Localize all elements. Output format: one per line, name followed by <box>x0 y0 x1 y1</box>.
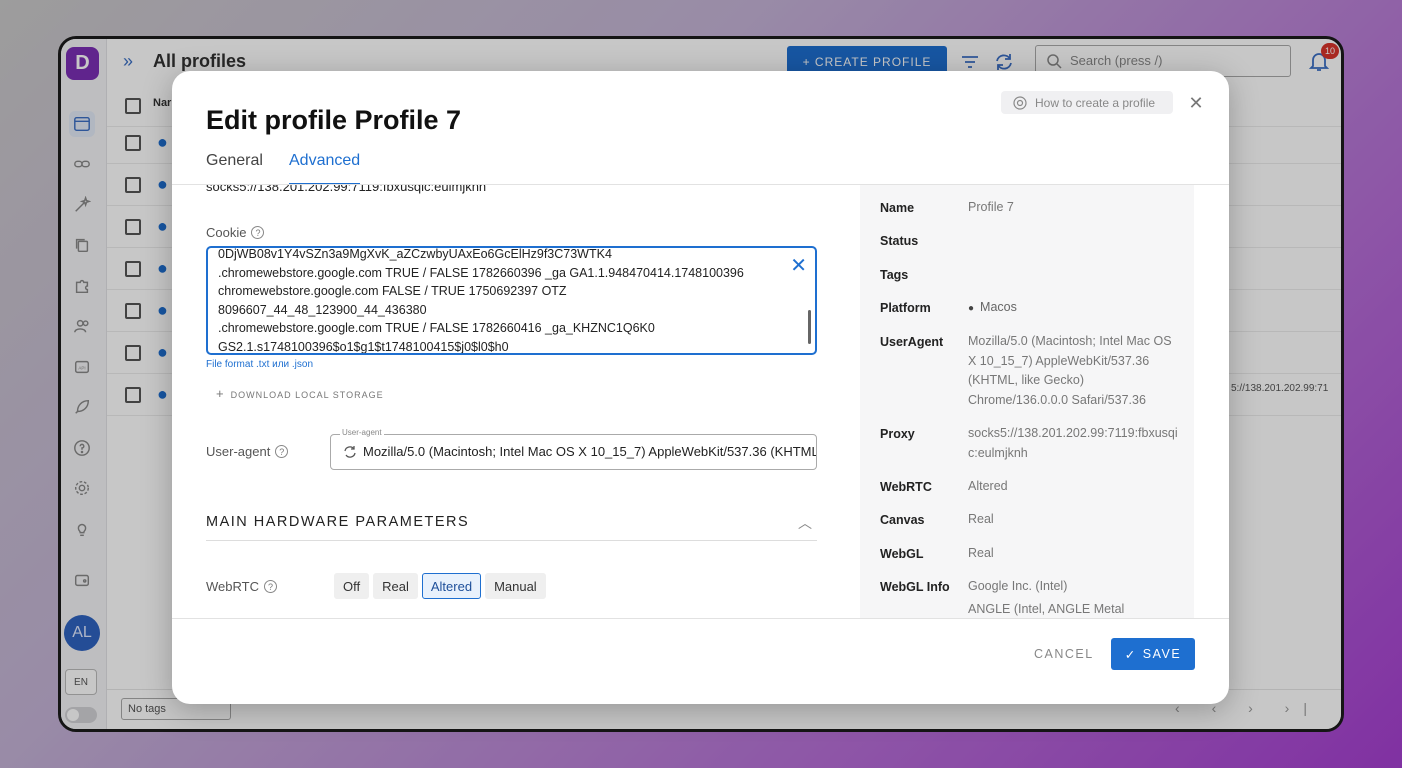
file-format-hint[interactable]: File format .txt или .json <box>206 359 313 370</box>
user-agent-legend: User-agent <box>340 428 384 437</box>
summary-value: socks5://138.201.202.99:7119:fbxusqic:eu… <box>968 426 1178 460</box>
summary-value: Profile 7 <box>968 200 1014 214</box>
clear-cookie-icon[interactable]: ✕ <box>790 256 807 276</box>
section-divider <box>206 540 817 541</box>
cookie-line: chromewebstore.google.com FALSE / TRUE 1… <box>218 284 567 298</box>
cookie-line: 8096607_44_48_123900_44_436380 <box>218 302 427 317</box>
cookie-line: .chromewebstore.google.com TRUE / FALSE … <box>218 321 655 335</box>
summary-platform: ● Macos <box>968 298 1180 319</box>
how-to-create-button[interactable]: How to create a profile <box>1001 91 1173 114</box>
cancel-button[interactable]: CANCEL <box>1034 647 1094 661</box>
webrtc-selector: Off Real Altered Manual <box>334 573 546 599</box>
summary-value: Google Inc. (Intel) <box>968 579 1068 593</box>
summary-key: WebRTC <box>880 480 932 494</box>
lifebuoy-icon <box>1013 95 1027 110</box>
cookie-line: .chromewebstore.google.com TRUE / FALSE … <box>218 265 744 280</box>
refresh-icon[interactable] <box>343 445 357 459</box>
user-agent-value: Mozilla/5.0 (Macintosh; Intel Mac OS X 1… <box>363 444 817 459</box>
advanced-form: socks5://138.201.202.99:7119:fbxusqic:eu… <box>206 185 818 618</box>
cookie-line: GS2.1.s1748100396$o1$g1$t1748100415$j0$l… <box>218 339 509 354</box>
cookie-scrollbar[interactable] <box>808 310 811 344</box>
edit-profile-modal: Edit profile Profile 7 How to create a p… <box>172 71 1229 704</box>
webrtc-label-text: WebRTC <box>206 579 259 594</box>
summary-value: Real <box>968 546 994 560</box>
hardware-section-title[interactable]: MAIN HARDWARE PARAMETERS <box>206 514 469 530</box>
plus-icon: + <box>216 386 225 401</box>
proxy-value: socks5://138.201.202.99:7119:fbxusqic:eu… <box>206 185 487 194</box>
check-icon: ✓ <box>1124 647 1137 662</box>
save-label: SAVE <box>1142 647 1182 661</box>
summary-key: Status <box>880 234 919 248</box>
summary-value: Real <box>968 512 994 526</box>
user-agent-label-text: User-agent <box>206 444 271 459</box>
download-local-storage-label: DOWNLOAD LOCAL STORAGE <box>230 390 384 400</box>
tab-general[interactable]: General <box>206 151 263 185</box>
user-agent-input[interactable]: Mozilla/5.0 (Macintosh; Intel Mac OS X 1… <box>330 434 817 470</box>
help-icon[interactable]: ? <box>263 580 277 593</box>
cookie-label: Cookie ? <box>206 225 265 240</box>
summary-key: Proxy <box>880 427 915 441</box>
download-local-storage-button[interactable]: + DOWNLOAD LOCAL STORAGE <box>216 386 384 401</box>
profile-summary: Name Profile 7 Status Tags Platform ● Mac… <box>860 185 1194 618</box>
webrtc-option-real[interactable]: Real <box>373 573 418 599</box>
cookie-textarea[interactable]: 0DjWB08v1Y4vSZn3a9MgXvK_aZCzwbyUAxEo6GcE… <box>206 246 817 355</box>
summary-value: ANGLE (Intel, ANGLE Metal Renderer: Inte… <box>968 602 1125 616</box>
summary-key: UserAgent <box>880 335 944 349</box>
webrtc-option-off[interactable]: Off <box>334 573 370 599</box>
summary-value: Macos <box>980 300 1017 314</box>
webrtc-label: WebRTC ? <box>206 579 277 594</box>
close-icon[interactable]: ✕ <box>1186 93 1206 113</box>
summary-key: Platform <box>880 301 931 315</box>
summary-key: WebGL Info <box>880 580 950 594</box>
summary-value: Altered <box>968 479 1008 493</box>
webrtc-option-manual[interactable]: Manual <box>485 573 546 599</box>
summary-key: Canvas <box>880 513 925 527</box>
help-icon[interactable]: ? <box>251 226 265 239</box>
help-icon[interactable]: ? <box>275 445 289 458</box>
webrtc-option-altered[interactable]: Altered <box>421 573 482 599</box>
footer-divider <box>172 618 1229 619</box>
user-agent-label: User-agent ? <box>206 444 289 459</box>
summary-key: WebGL <box>880 547 924 561</box>
chevron-up-icon[interactable]: ︿ <box>798 513 812 533</box>
apple-icon: ● <box>968 303 975 314</box>
summary-key: Tags <box>880 268 909 282</box>
summary-key: Name <box>880 201 915 215</box>
how-to-label: How to create a profile <box>1035 95 1156 110</box>
summary-value: Mozilla/5.0 (Macintosh; Intel Mac OS X 1… <box>968 334 1172 407</box>
cookie-line: 0DjWB08v1Y4vSZn3a9MgXvK_aZCzwbyUAxEo6GcE… <box>218 247 612 261</box>
modal-title: Edit profile Profile 7 <box>206 105 462 135</box>
save-button[interactable]: ✓ SAVE <box>1111 638 1195 670</box>
tab-advanced[interactable]: Advanced <box>289 151 361 185</box>
cookie-label-text: Cookie <box>206 225 247 240</box>
